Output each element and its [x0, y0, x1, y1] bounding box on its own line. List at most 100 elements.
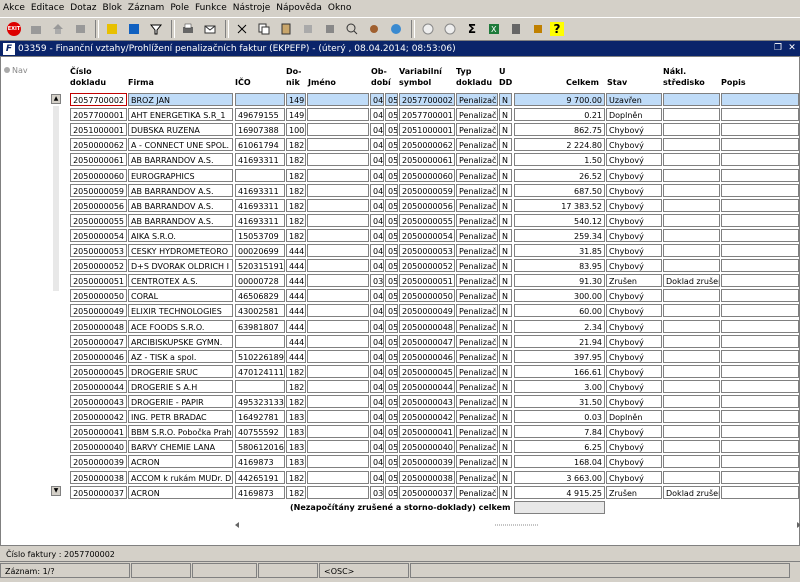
cell-ob2[interactable]: 05: [385, 244, 398, 257]
cell-cislo[interactable]: 2050000056: [70, 198, 127, 212]
menu-item-nástroje[interactable]: Nástroje: [230, 0, 274, 16]
cell-jmeno[interactable]: [307, 244, 369, 257]
cell-ob1[interactable]: 04: [370, 93, 384, 106]
cell-jmeno[interactable]: [307, 153, 369, 167]
cell-firma[interactable]: AB BARRANDOV A.S.: [128, 153, 233, 167]
cell-stav[interactable]: Chybový: [606, 364, 662, 378]
cell-ico[interactable]: 43002581: [235, 304, 285, 318]
cell-ico[interactable]: 16907388: [235, 123, 285, 137]
cell-do[interactable]: 182: [286, 364, 306, 378]
cell-celkem[interactable]: 91.30: [514, 274, 605, 288]
cell-typ[interactable]: Penalizač: [456, 379, 498, 393]
menu-item-pole[interactable]: Pole: [167, 0, 192, 16]
cell-stav[interactable]: Chybový: [606, 213, 662, 227]
cell-firma[interactable]: AIKA S.R.O.: [128, 228, 233, 242]
cell-stredisko[interactable]: [663, 198, 720, 212]
cell-jmeno[interactable]: [307, 183, 369, 197]
cell-var[interactable]: 2050000041: [399, 425, 455, 439]
cell-firma[interactable]: ARCIBISKUPSKE GYMN.: [128, 334, 233, 348]
cell-do[interactable]: 444: [286, 244, 306, 257]
cell-cislo[interactable]: 2050000039: [70, 455, 127, 469]
cell-celkem[interactable]: 17 383.52: [514, 198, 605, 212]
cell-ud[interactable]: N: [499, 244, 512, 257]
cell-cislo[interactable]: 2050000062: [70, 138, 127, 152]
cell-popis[interactable]: [721, 168, 799, 182]
cell-firma[interactable]: AB BARRANDOV A.S.: [128, 183, 233, 197]
cell-ud[interactable]: N: [499, 455, 512, 469]
cell-popis[interactable]: [721, 485, 799, 499]
cell-ud[interactable]: N: [499, 213, 512, 227]
cell-jmeno[interactable]: [307, 274, 369, 288]
cell-firma[interactable]: A - CONNECT UNE SPOL.: [128, 138, 233, 152]
cell-ob1[interactable]: 04: [370, 198, 384, 212]
cell-ud[interactable]: N: [499, 470, 512, 484]
cell-ob1[interactable]: 04: [370, 455, 384, 469]
cell-var[interactable]: 2050000045: [399, 364, 455, 378]
cell-stredisko[interactable]: [663, 259, 720, 273]
cell-stav[interactable]: Doplněn: [606, 410, 662, 424]
cell-ud[interactable]: N: [499, 334, 512, 348]
cut-icon[interactable]: [232, 19, 252, 39]
copy-icon[interactable]: [254, 19, 274, 39]
cell-typ[interactable]: Penalizač: [456, 259, 498, 273]
cell-celkem[interactable]: 31.50: [514, 395, 605, 408]
cell-ud[interactable]: N: [499, 425, 512, 439]
cell-stredisko[interactable]: [663, 123, 720, 137]
cell-cislo[interactable]: 2050000046: [70, 349, 127, 363]
cell-popis[interactable]: [721, 153, 799, 167]
cell-stav[interactable]: Chybový: [606, 349, 662, 363]
cell-celkem[interactable]: 168.04: [514, 455, 605, 469]
cell-typ[interactable]: Penalizač: [456, 334, 498, 348]
world-icon[interactable]: [386, 19, 406, 39]
cell-cislo[interactable]: 2050000054: [70, 228, 127, 242]
cell-popis[interactable]: [721, 228, 799, 242]
cell-do[interactable]: 444: [286, 274, 306, 288]
cell-jmeno[interactable]: [307, 319, 369, 333]
cell-typ[interactable]: Penalizač: [456, 485, 498, 499]
cell-stredisko[interactable]: [663, 470, 720, 484]
cell-do[interactable]: 182: [286, 183, 306, 197]
cell-var[interactable]: 2050000052: [399, 259, 455, 273]
cell-jmeno[interactable]: [307, 138, 369, 152]
cell-jmeno[interactable]: [307, 259, 369, 273]
cell-stav[interactable]: Chybový: [606, 289, 662, 303]
cell-celkem[interactable]: 687.50: [514, 183, 605, 197]
cell-ob2[interactable]: 05: [385, 349, 398, 363]
cell-ud[interactable]: N: [499, 183, 512, 197]
cell-stav[interactable]: Chybový: [606, 123, 662, 137]
cell-do[interactable]: 183: [286, 440, 306, 454]
cell-ob1[interactable]: 04: [370, 138, 384, 152]
cell-stredisko[interactable]: [663, 183, 720, 197]
cell-firma[interactable]: BBM S.R.O. Pobočka Prah: [128, 425, 233, 439]
cell-popis[interactable]: [721, 470, 799, 484]
cell-jmeno[interactable]: [307, 123, 369, 137]
cell-popis[interactable]: [721, 244, 799, 257]
cell-celkem[interactable]: 862.75: [514, 123, 605, 137]
cell-popis[interactable]: [721, 425, 799, 439]
cell-jmeno[interactable]: [307, 425, 369, 439]
cell-do[interactable]: 182: [286, 228, 306, 242]
cell-ob2[interactable]: 05: [385, 485, 398, 499]
cell-ud[interactable]: N: [499, 198, 512, 212]
cell-stav[interactable]: Chybový: [606, 470, 662, 484]
cell-cislo[interactable]: 2050000042: [70, 410, 127, 424]
cell-ico[interactable]: 41693311: [235, 153, 285, 167]
cell-var[interactable]: 2050000060: [399, 168, 455, 182]
cell-stredisko[interactable]: [663, 153, 720, 167]
cell-celkem[interactable]: 7.84: [514, 425, 605, 439]
question-icon[interactable]: ?: [550, 22, 564, 36]
cell-typ[interactable]: Penalizač: [456, 93, 498, 106]
cell-ob1[interactable]: 03: [370, 485, 384, 499]
cell-ob1[interactable]: 04: [370, 289, 384, 303]
cell-popis[interactable]: [721, 395, 799, 408]
cell-do[interactable]: 182: [286, 485, 306, 499]
cell-popis[interactable]: [721, 108, 799, 122]
next-icon[interactable]: [102, 19, 122, 39]
cell-ob2[interactable]: 05: [385, 304, 398, 318]
cell-do[interactable]: 182: [286, 395, 306, 408]
cell-ud[interactable]: N: [499, 168, 512, 182]
cell-typ[interactable]: Penalizač: [456, 138, 498, 152]
cell-celkem[interactable]: 83.95: [514, 259, 605, 273]
cell-stredisko[interactable]: [663, 304, 720, 318]
cell-celkem[interactable]: 540.12: [514, 213, 605, 227]
